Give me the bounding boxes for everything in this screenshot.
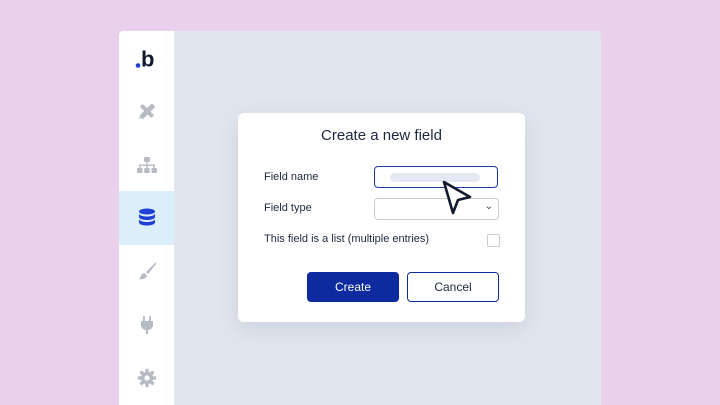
field-type-label: Field type [264, 202, 312, 214]
create-button[interactable]: Create [307, 272, 399, 302]
mouse-pointer-icon [442, 180, 472, 215]
dialog-title: Create a new field [321, 127, 442, 144]
app-window: b Create a new field Field name Field ty… [119, 31, 601, 405]
main-canvas: Create a new field Field name Field type… [174, 31, 601, 405]
bubble-logo[interactable]: b [119, 31, 174, 84]
sidebar: b [119, 31, 174, 405]
gear-icon [137, 369, 156, 388]
sidebar-item-design[interactable] [119, 84, 174, 137]
paintbrush-icon [138, 262, 156, 280]
sidebar-item-plugins[interactable] [119, 298, 174, 351]
pencil-ruler-icon [138, 103, 155, 120]
sidebar-item-styles[interactable] [119, 245, 174, 298]
plug-icon [140, 315, 153, 334]
chevron-down-icon: ⌄ [484, 201, 493, 212]
sidebar-item-workflow[interactable] [119, 138, 174, 191]
create-field-dialog: Create a new field Field name Field type… [238, 113, 525, 322]
sidebar-item-data[interactable] [119, 191, 174, 245]
cancel-button[interactable]: Cancel [407, 272, 499, 302]
svg-text:b: b [141, 46, 154, 71]
field-name-input[interactable] [374, 166, 498, 188]
sidebar-item-settings[interactable] [119, 352, 174, 405]
list-checkbox[interactable] [487, 234, 500, 247]
field-name-label: Field name [264, 171, 319, 183]
sitemap-icon [136, 156, 157, 173]
database-icon [138, 208, 155, 226]
list-checkbox-label: This field is a list (multiple entries) [264, 233, 430, 245]
field-type-select[interactable]: ⌄ [374, 198, 499, 220]
